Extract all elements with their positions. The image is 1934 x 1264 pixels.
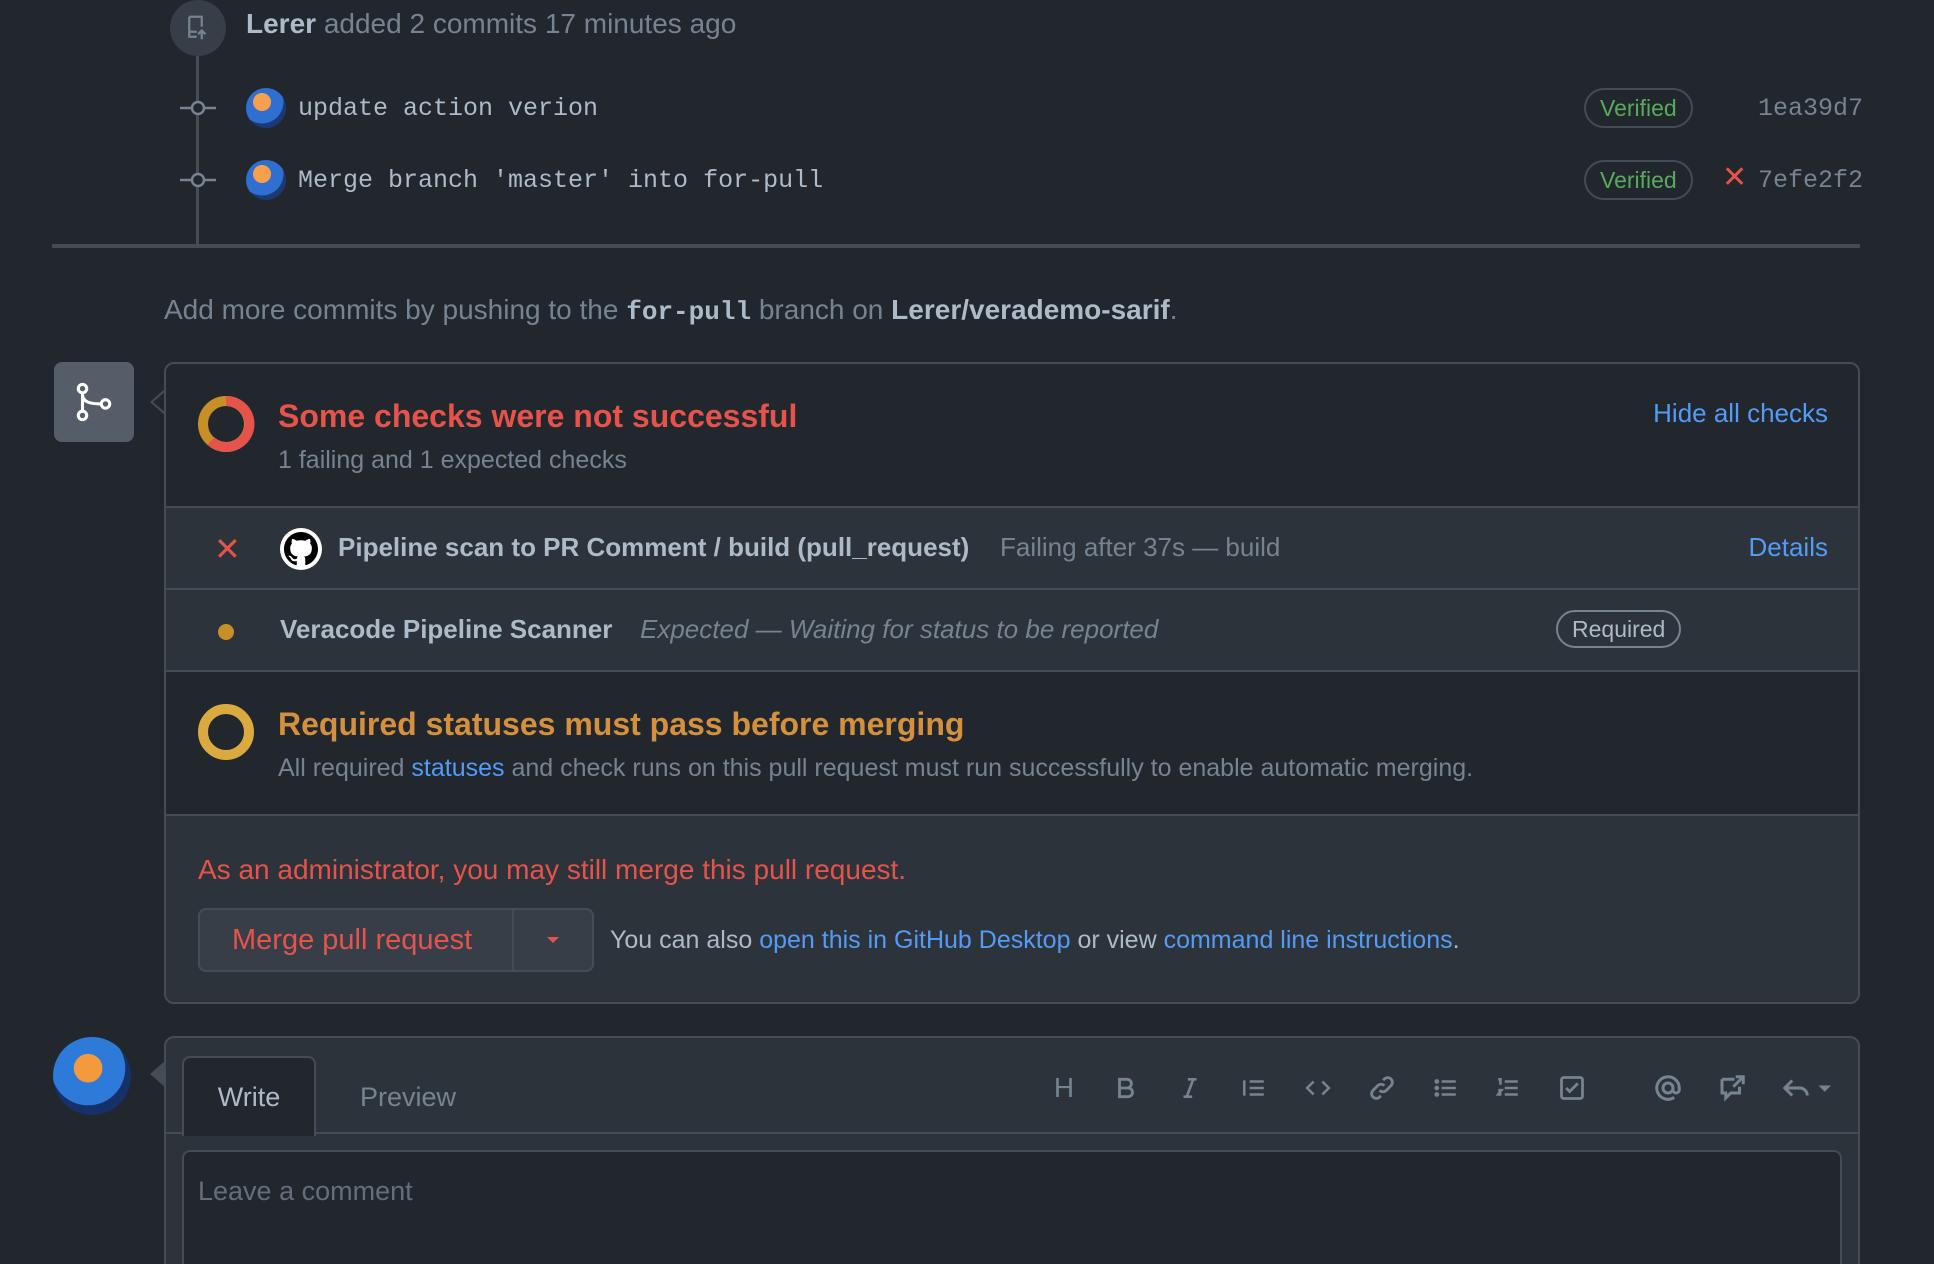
event-summary: Lerer added 2 commits 17 minutes ago (246, 8, 736, 40)
admin-warning: As an administrator, you may still merge… (198, 854, 907, 885)
push-event-icon (170, 0, 226, 56)
commit-author-avatar[interactable] (246, 88, 286, 128)
hide-all-checks-link[interactable]: Hide all checks (1653, 398, 1828, 429)
required-title: Required statuses must pass before mergi… (278, 706, 965, 742)
checks-status-ring-icon (198, 395, 255, 452)
statuses-link[interactable]: statuses (411, 754, 504, 782)
link-icon[interactable] (1362, 1068, 1402, 1108)
git-merge-icon (54, 362, 134, 442)
markdown-toolbar: H (166, 1068, 1858, 1108)
check-name: Pipeline scan to PR Comment / build (pul… (338, 532, 970, 562)
check-description: Expected — Waiting for status to be repo… (640, 614, 1159, 644)
branch-name: for-pull (626, 297, 752, 327)
check-fail-icon: ✕ (214, 531, 241, 567)
bold-icon[interactable] (1106, 1068, 1146, 1108)
commit-message-link[interactable]: Merge branch 'master' into for-pull (298, 166, 823, 195)
check-details-link[interactable]: Details (1749, 532, 1828, 563)
checks-summary: Some checks were not successful 1 failin… (166, 364, 1858, 508)
saved-replies-icon[interactable] (1776, 1068, 1836, 1108)
timeline-divider (52, 244, 1860, 248)
comment-header: Write Preview H (166, 1038, 1858, 1136)
ordered-list-icon[interactable] (1488, 1068, 1528, 1108)
code-icon[interactable] (1298, 1068, 1338, 1108)
mention-icon[interactable] (1648, 1068, 1688, 1108)
check-name: Veracode Pipeline Scanner (280, 614, 613, 644)
push-note-middle: branch on (758, 294, 884, 325)
also-middle: or view (1077, 926, 1157, 954)
caret-down-icon (547, 937, 559, 943)
required-statuses: Required statuses must pass before mergi… (166, 672, 1858, 816)
italic-icon[interactable] (1170, 1068, 1210, 1108)
merge-button-group: Merge pull request (198, 908, 594, 972)
current-user-avatar[interactable] (50, 1034, 134, 1118)
check-row: ✕ Pipeline scan to PR Comment / build (p… (166, 508, 1858, 590)
required-desc-prefix: All required (278, 754, 405, 782)
checks-subtitle: 1 failing and 1 expected checks (278, 446, 627, 474)
check-row: Veracode Pipeline Scanner Expected — Wai… (166, 590, 1858, 672)
required-desc-suffix: and check runs on this pull request must… (511, 754, 1474, 782)
admin-merge-section: As an administrator, you may still merge… (166, 816, 1858, 1002)
commit-status-fail-icon[interactable]: ✕ (1722, 160, 1747, 195)
verified-badge[interactable]: Verified (1584, 160, 1693, 200)
github-desktop-link[interactable]: open this in GitHub Desktop (759, 926, 1070, 954)
task-list-icon[interactable] (1552, 1068, 1592, 1108)
merge-method-dropdown[interactable] (514, 910, 592, 970)
check-description: Failing after 37s — build (1000, 532, 1281, 562)
verified-badge[interactable]: Verified (1584, 88, 1693, 128)
pending-ring-icon (198, 704, 254, 760)
comment-composer: Write Preview H Leave a comment (164, 1036, 1860, 1264)
commit-message-link[interactable]: update action verion (298, 94, 598, 123)
heading-icon[interactable]: H (1044, 1068, 1084, 1108)
github-logo-icon (280, 528, 322, 570)
push-note-suffix: . (1169, 294, 1178, 325)
quote-icon[interactable] (1234, 1068, 1274, 1108)
commit-author-avatar[interactable] (246, 160, 286, 200)
push-more-note: Add more commits by pushing to the for-p… (164, 294, 1178, 327)
event-action-text: added 2 commits 17 minutes ago (323, 8, 737, 39)
merge-box: Some checks were not successful 1 failin… (164, 362, 1860, 1004)
commit-node-icon (180, 100, 216, 116)
merge-pull-request-button[interactable]: Merge pull request (200, 910, 514, 970)
repo-name: Lerer/verademo-sarif (891, 294, 1170, 325)
unordered-list-icon[interactable] (1426, 1068, 1466, 1108)
also-suffix: . (1452, 926, 1460, 954)
also-prefix: You can also (610, 926, 753, 954)
commit-node-icon (180, 172, 216, 188)
command-line-link[interactable]: command line instructions (1164, 926, 1453, 954)
commit-row: Merge branch 'master' into for-pull Veri… (180, 154, 1863, 204)
merge-alternatives: You can also open this in GitHub Desktop… (610, 926, 1460, 955)
commit-row: update action verion Verified 1ea39d7 (180, 82, 1863, 132)
commit-sha-link[interactable]: 1ea39d7 (1758, 94, 1863, 123)
cross-reference-icon[interactable] (1712, 1068, 1752, 1108)
pending-dot-icon (218, 624, 234, 640)
required-badge: Required (1556, 610, 1682, 648)
checks-title: Some checks were not successful (278, 398, 798, 434)
event-user-link[interactable]: Lerer (246, 8, 316, 39)
commit-sha-link[interactable]: 7efe2f2 (1758, 166, 1863, 195)
required-description: All required statuses and check runs on … (278, 754, 1473, 783)
push-note-prefix: Add more commits by pushing to the (164, 294, 619, 325)
comment-textarea[interactable]: Leave a comment (182, 1150, 1842, 1264)
